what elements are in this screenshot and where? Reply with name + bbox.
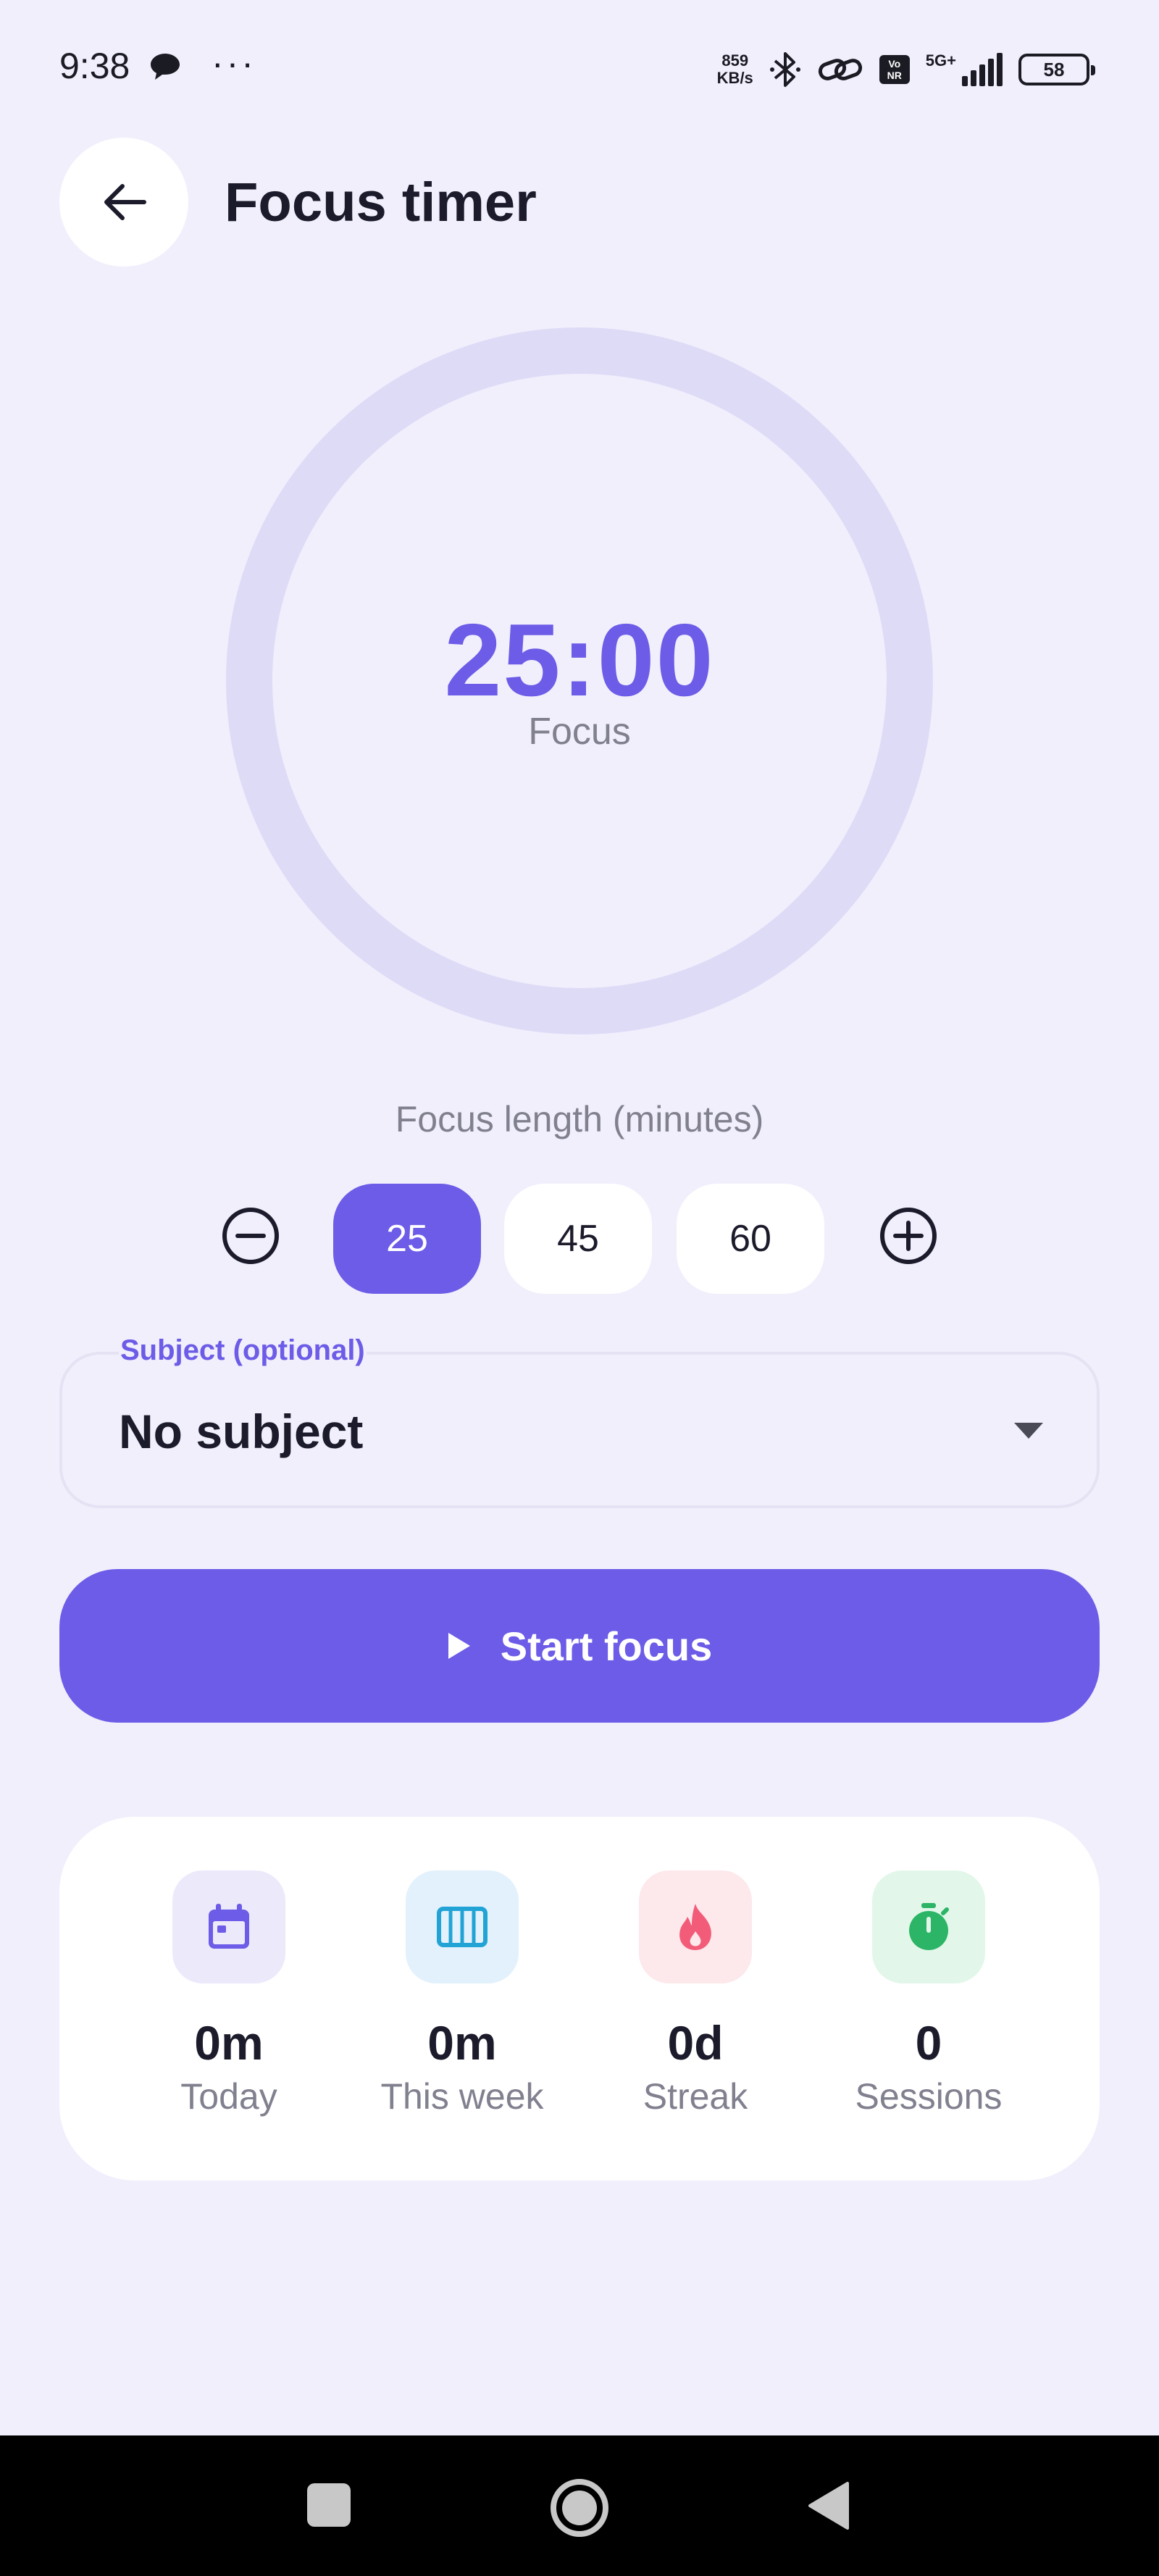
calendar-icon [172,1870,285,1983]
preset-45-button[interactable]: 45 [504,1184,652,1294]
signal-icon: 5G+ [926,53,1003,86]
fire-icon [639,1870,752,1983]
dropdown-arrow-icon[interactable] [1014,1423,1043,1440]
stat-streak-label: Streak [643,2076,748,2117]
stat-streak-value: 0d [667,2016,724,2070]
network-speed: 859 KB/s [717,52,753,87]
start-focus-button[interactable]: Start focus [59,1569,1100,1723]
page-title: Focus timer [225,172,537,233]
stat-sessions: 0 Sessions [813,1870,1045,2118]
network-speed-value: 859 [721,51,749,70]
back-button[interactable] [59,138,188,267]
stat-streak: 0d Streak [580,1870,811,2118]
network-speed-unit: KB/s [716,69,753,87]
increase-button[interactable] [878,1205,939,1266]
arrow-left-icon [104,184,146,220]
stat-today-value: 0m [194,2016,264,2070]
volte-top: Vo [888,58,901,70]
status-icons: 859 KB/s Vo NR 5G+ 58 [717,45,1095,94]
focus-length-label: Focus length (minutes) [395,1099,764,1139]
status-bar: 9:38 ··· 859 KB/s Vo NR 5G+ 58 [0,0,1159,138]
stat-today: 0m Today [113,1870,345,2118]
chat-bubble-icon [151,54,180,80]
network-type: 5G+ [925,51,956,70]
decrease-button[interactable] [220,1205,281,1266]
focus-timer-screen: 9:38 ··· 859 KB/s Vo NR 5G+ 58 Focus tim… [0,0,1159,2576]
battery-icon: 58 [1018,54,1095,85]
week-columns-icon [406,1870,519,1983]
volte-icon: Vo NR [879,55,910,84]
stat-week-value: 0m [427,2016,497,2070]
subject-field-label: Subject (optional) [119,1334,367,1367]
home-button[interactable] [548,2477,611,2539]
system-back-button[interactable] [807,2480,850,2531]
volte-bottom: NR [887,70,902,81]
battery-level: 58 [1043,58,1065,80]
subject-selected-value[interactable]: No subject [119,1404,363,1459]
link-icon [818,59,862,80]
stat-sessions-value: 0 [915,2016,942,2070]
stat-today-label: Today [180,2076,277,2117]
recent-apps-button[interactable] [307,2483,351,2527]
stat-sessions-label: Sessions [855,2076,1003,2117]
more-notifications-icon: ··· [212,43,256,83]
stat-this-week: 0m This week [346,1870,578,2118]
status-time: 9:38 [59,46,130,86]
timer-display: 25:00 [444,603,715,718]
bluetooth-icon [769,52,800,87]
timer-mode-label: Focus [528,711,631,753]
stopwatch-icon [872,1870,985,1983]
start-focus-label: Start focus [500,1623,713,1669]
preset-60-button[interactable]: 60 [677,1184,824,1294]
play-icon [448,1633,470,1659]
preset-25-button[interactable]: 25 [333,1184,481,1294]
stat-week-label: This week [380,2076,544,2117]
